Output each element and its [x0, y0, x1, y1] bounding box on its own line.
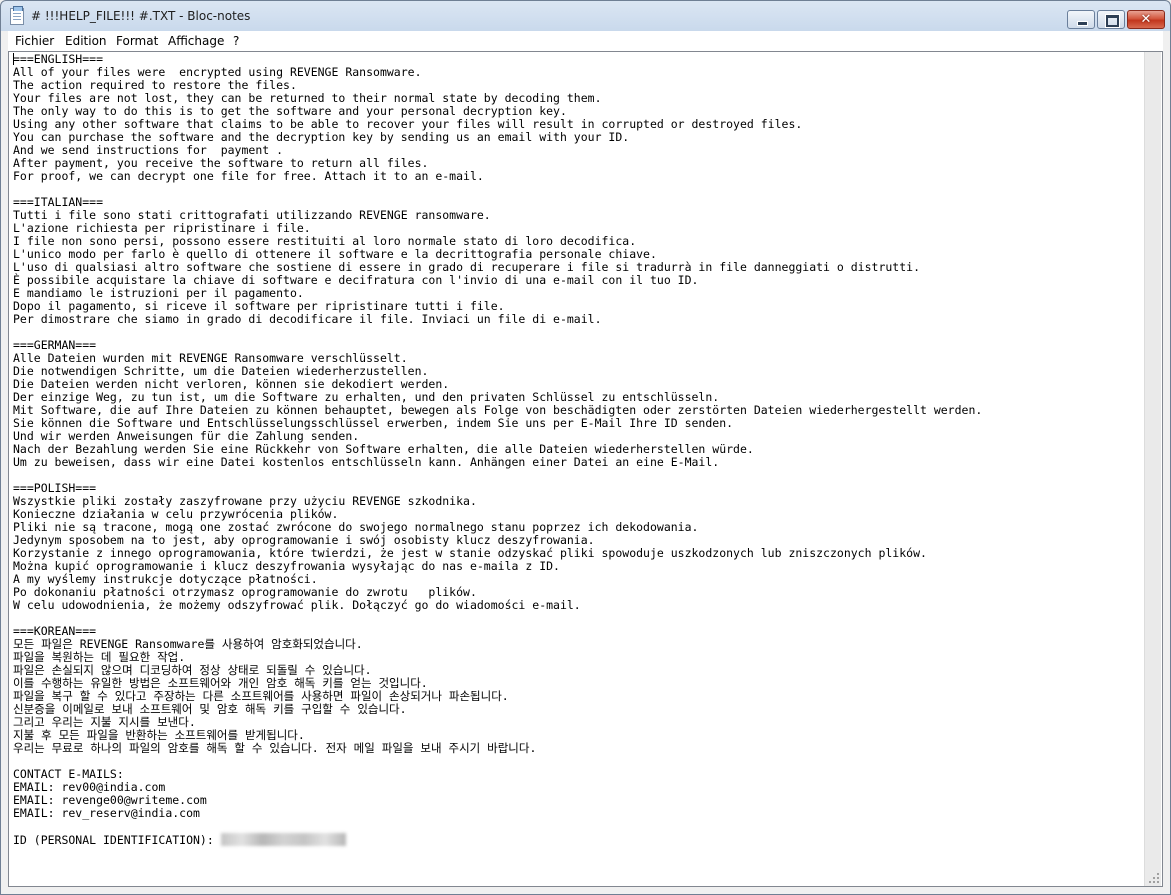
text-editor[interactable]: ===ENGLISH=== All of your files were encr…	[8, 51, 1163, 887]
text-line: W celu udowodnienia, że możemy odszyfrow…	[13, 598, 581, 612]
text-line: Um zu beweisen, dass wir eine Datei kost…	[13, 455, 720, 469]
notepad-icon	[10, 6, 24, 25]
text-line: ID (PERSONAL IDENTIFICATION):	[13, 833, 982, 847]
text-line	[13, 326, 982, 339]
text-line	[13, 469, 982, 482]
text-line	[13, 820, 982, 833]
text-line	[13, 755, 982, 768]
menu-help[interactable]: ?	[233, 34, 239, 48]
maximize-icon	[1105, 14, 1120, 28]
minimize-button[interactable]	[1067, 10, 1095, 29]
window-title: # !!!HELP_FILE!!! #.TXT - Bloc-notes	[31, 9, 251, 23]
menu-edition[interactable]: Edition	[65, 34, 107, 48]
menu-format[interactable]: Format	[116, 34, 158, 48]
title-bar[interactable]: # !!!HELP_FILE!!! #.TXT - Bloc-notes ✕	[1, 1, 1170, 31]
text-caret	[13, 53, 14, 65]
redacted-id	[220, 833, 346, 846]
text-line: EMAIL: rev_reserv@india.com	[13, 806, 200, 820]
text-line	[13, 183, 982, 196]
close-icon: ✕	[1140, 12, 1152, 27]
notepad-window: # !!!HELP_FILE!!! #.TXT - Bloc-notes ✕ F…	[0, 0, 1171, 895]
menu-fichier[interactable]: Fichier	[15, 34, 54, 48]
vertical-scrollbar[interactable]	[1144, 52, 1161, 886]
text-line: Per dimostrare che siamo in grado di dec…	[13, 312, 602, 326]
close-button[interactable]: ✕	[1127, 10, 1165, 29]
text-line: For proof, we can decrypt one file for f…	[13, 169, 484, 183]
text-line	[13, 612, 982, 625]
minimize-icon	[1077, 21, 1088, 26]
document-text[interactable]: ===ENGLISH=== All of your files were encr…	[13, 53, 982, 847]
menu-bar: Fichier Edition Format Affichage ?	[8, 31, 1163, 51]
resize-grip-icon[interactable]	[1145, 869, 1161, 885]
maximize-button[interactable]	[1097, 10, 1125, 29]
menu-affichage[interactable]: Affichage	[168, 34, 224, 48]
text-line: 우리는 무료로 하나의 파일의 암호를 해독 할 수 있습니다. 전자 메일 파…	[13, 741, 537, 755]
